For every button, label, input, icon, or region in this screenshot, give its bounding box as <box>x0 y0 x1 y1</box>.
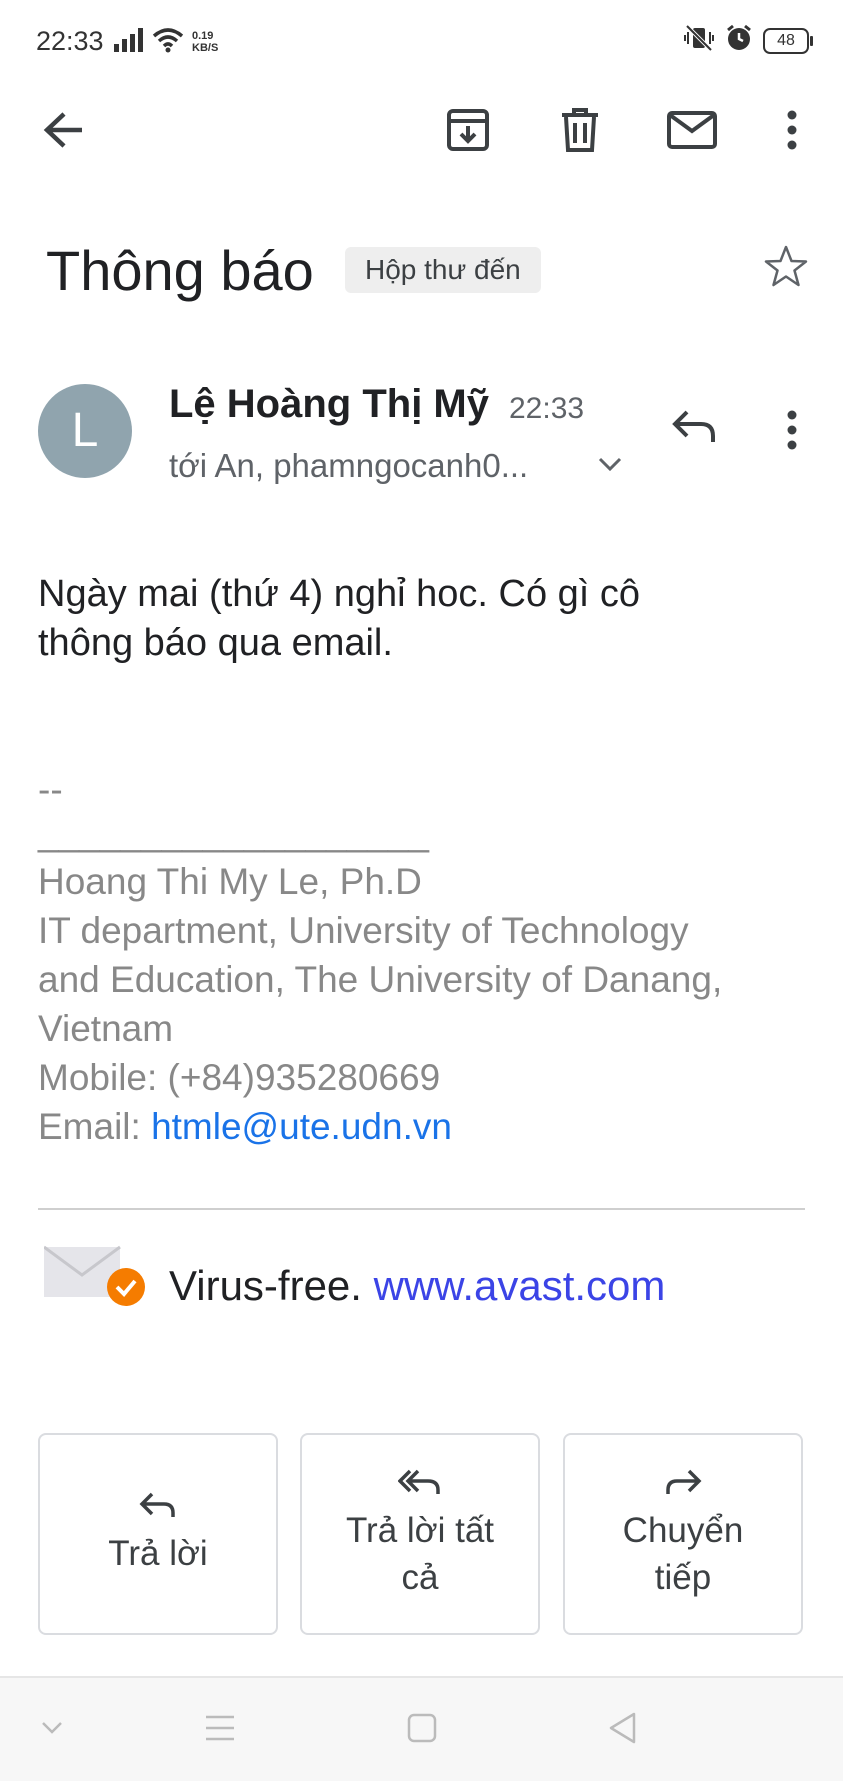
signature-org: IT department, University of Technology <box>38 910 689 951</box>
reply-icon <box>138 1491 178 1524</box>
menu-icon <box>204 1714 236 1747</box>
body-line: Ngày mai (thứ 4) nghỉ hoc. Có gì cô <box>38 573 641 615</box>
virus-free-line: Virus-free. www.avast.com <box>169 1262 665 1310</box>
star-icon <box>763 244 809 293</box>
divider <box>38 1208 805 1210</box>
email-label: Email: <box>38 1106 152 1147</box>
vibrate-mute-icon <box>683 24 715 57</box>
reply-icon <box>671 408 717 449</box>
more-options-button[interactable] <box>760 100 824 164</box>
nav-back-button[interactable] <box>592 1705 652 1755</box>
signal-icon <box>114 27 144 57</box>
avast-link[interactable]: www.avast.com <box>374 1262 666 1309</box>
star-button[interactable] <box>760 242 812 294</box>
more-vert-icon <box>786 110 798 155</box>
forward-label: Chuyển tiếp <box>622 1510 744 1597</box>
home-square-icon <box>406 1712 438 1749</box>
virus-free-text: Virus-free. <box>169 1262 374 1309</box>
back-button[interactable] <box>32 100 96 164</box>
reply-quick-button[interactable] <box>666 400 722 456</box>
email-signature: -- ___________________ Hoang Thi My Le, … <box>38 765 828 1151</box>
nav-collapse-button[interactable] <box>22 1705 82 1755</box>
reply-button[interactable]: Trả lời <box>38 1433 278 1635</box>
sender-avatar[interactable]: L <box>38 384 132 478</box>
inbox-label-chip[interactable]: Hộp thư đến <box>345 247 541 293</box>
envelope-check-icon <box>43 1243 150 1307</box>
nav-home-button[interactable] <box>392 1705 452 1755</box>
signature-dashes: -- <box>38 769 63 810</box>
archive-button[interactable] <box>436 100 500 164</box>
nav-menu-button[interactable] <box>190 1705 250 1755</box>
back-arrow-icon <box>42 110 86 155</box>
chevron-down-icon <box>598 456 622 477</box>
forward-icon <box>663 1468 703 1501</box>
archive-icon <box>445 108 491 157</box>
signature-name: Hoang Thi My Le, Ph.D <box>38 861 422 902</box>
back-triangle-icon <box>607 1711 637 1750</box>
signature-underline: ___________________ <box>38 812 429 853</box>
mark-unread-button[interactable] <box>660 100 724 164</box>
battery-icon: 48 <box>763 27 813 54</box>
expand-details-button[interactable] <box>594 450 626 482</box>
mark-unread-icon <box>667 110 717 154</box>
wifi-icon <box>152 27 184 58</box>
delete-button[interactable] <box>548 100 612 164</box>
recipients-summary[interactable]: tới An, phamngocanh0... <box>169 447 528 485</box>
signature-email-link[interactable]: htmle@ute.udn.vn <box>151 1106 452 1147</box>
sender-name: Lệ Hoàng Thị Mỹ <box>169 382 489 426</box>
signature-org: Vietnam <box>38 1008 174 1049</box>
network-speed: 0.19 KB/S <box>192 30 219 54</box>
status-time: 22:33 <box>36 26 104 56</box>
reply-all-icon <box>397 1468 442 1501</box>
status-right-icons: 48 <box>683 24 813 57</box>
signature-org: and Education, The University of Danang, <box>38 959 723 1000</box>
email-body: Ngày mai (thứ 4) nghỉ hoc. Có gì cô thôn… <box>38 570 738 668</box>
status-left-icons: 0.19 KB/S <box>114 26 218 58</box>
chevron-down-icon <box>41 1721 63 1740</box>
delete-icon <box>560 107 600 158</box>
reply-label: Trả lời <box>108 1534 208 1573</box>
message-more-button[interactable] <box>768 404 816 460</box>
forward-button[interactable]: Chuyển tiếp <box>563 1433 803 1635</box>
more-vert-icon <box>786 410 798 455</box>
reply-all-button[interactable]: Trả lời tất cả <box>300 1433 540 1635</box>
reply-all-label: Trả lời tất cả <box>345 1510 495 1597</box>
signature-mobile: Mobile: (+84)935280669 <box>38 1057 441 1098</box>
email-subject: Thông báo <box>46 239 314 302</box>
body-line: thông báo qua email. <box>38 622 393 664</box>
alarm-icon <box>725 24 753 57</box>
signature-email-row: Email: htmle@ute.udn.vn <box>38 1102 828 1151</box>
email-time: 22:33 <box>509 392 585 425</box>
